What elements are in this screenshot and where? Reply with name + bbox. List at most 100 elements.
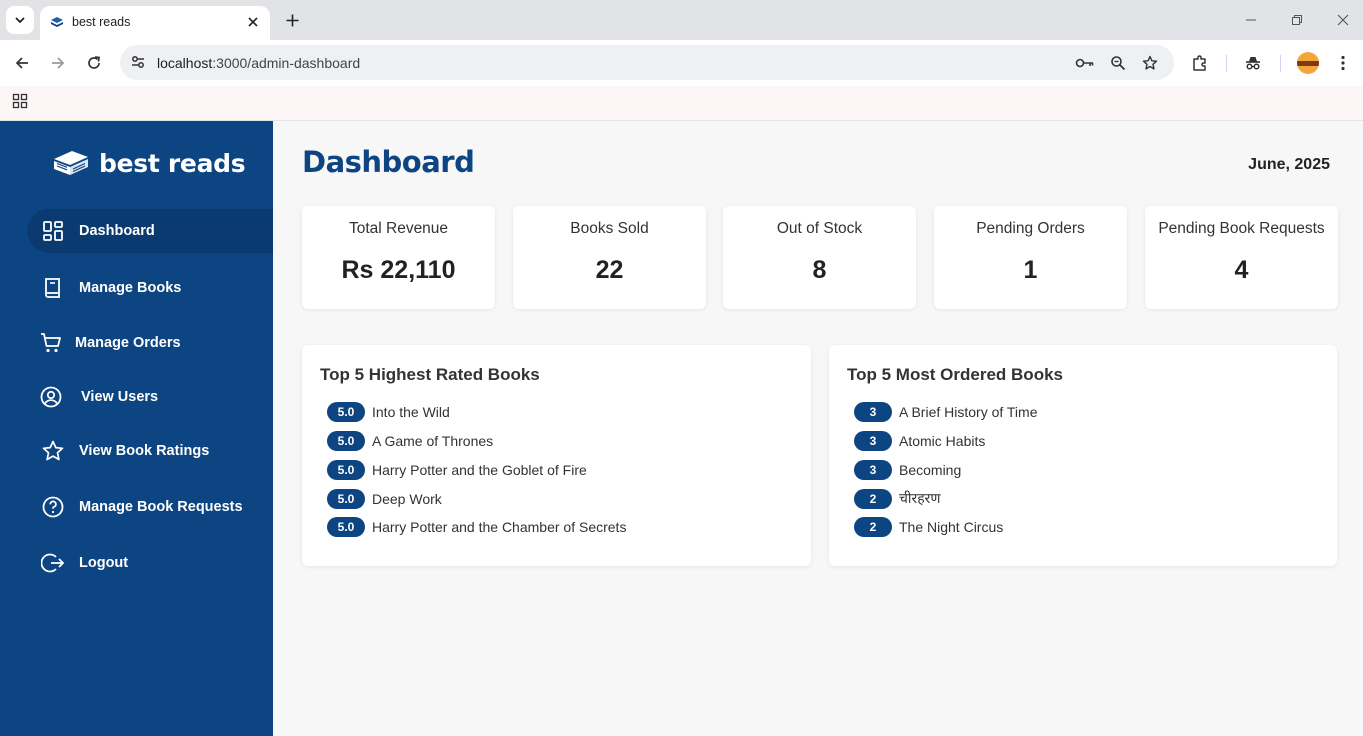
sidebar-item-dashboard[interactable]: Dashboard [27, 209, 273, 253]
book-favicon-icon [50, 15, 64, 34]
sidebar-item-manage-orders[interactable]: Manage Orders [27, 321, 273, 365]
list-item: 3 A Brief History of Time [854, 398, 1037, 427]
book-title: Harry Potter and the Goblet of Fire [372, 461, 587, 478]
stat-label: Pending Orders [976, 220, 1085, 237]
brand-logo[interactable]: best reads [52, 148, 246, 178]
password-key-icon[interactable] [1075, 53, 1095, 73]
extensions-icon[interactable] [1189, 52, 1211, 74]
rating-badge: 5.0 [327, 517, 365, 538]
stat-value: 1 [1023, 256, 1038, 284]
stat-card-books-sold: Books Sold 22 [513, 206, 706, 309]
toolbar-divider [1226, 55, 1227, 72]
tab-title: best reads [72, 15, 131, 29]
sidebar-item-view-book-ratings[interactable]: View Book Ratings [27, 429, 273, 473]
book-title: Harry Potter and the Chamber of Secrets [372, 519, 627, 536]
list-item: 5.0 A Game of Thrones [327, 427, 626, 456]
sidebar-item-label: View Book Ratings [79, 443, 210, 459]
sidebar-item-logout[interactable]: Logout [27, 541, 273, 585]
book-icon [45, 278, 60, 298]
chevron-down-icon [15, 17, 25, 24]
list-item: 5.0 Harry Potter and the Goblet of Fire [327, 456, 626, 485]
forward-button[interactable] [47, 52, 69, 74]
list-item: 5.0 Deep Work [327, 484, 626, 513]
current-date: June, 2025 [1248, 156, 1330, 173]
order-count-badge: 3 [854, 459, 892, 480]
rating-badge: 5.0 [327, 402, 365, 423]
book-title: A Game of Thrones [372, 433, 494, 450]
stat-card-out-of-stock: Out of Stock 8 [723, 206, 916, 309]
book-title: Atomic Habits [899, 433, 986, 450]
stat-value: 4 [1234, 256, 1249, 284]
stat-label: Total Revenue [348, 220, 449, 237]
back-button[interactable] [11, 52, 33, 74]
profile-avatar[interactable] [1297, 52, 1319, 74]
sidebar-item-label: Dashboard [79, 223, 155, 239]
close-icon [1337, 14, 1349, 26]
sidebar-item-manage-books[interactable]: Manage Books [27, 266, 273, 310]
arrow-left-icon [15, 57, 28, 69]
close-window-button[interactable] [1335, 12, 1351, 28]
new-tab-button[interactable] [281, 9, 303, 31]
user-circle-icon [40, 386, 62, 408]
toolbar-divider [1280, 55, 1281, 72]
book-title: Into the Wild [372, 404, 450, 421]
minimize-button[interactable] [1243, 12, 1259, 28]
sidebar-item-label: View Users [81, 389, 159, 405]
more-menu-icon[interactable] [1332, 52, 1354, 74]
page-title: Dashboard [302, 145, 475, 179]
main-content: Dashboard June, 2025 Total Revenue Rs 22… [273, 121, 1363, 736]
sidebar-item-view-users[interactable]: View Users [27, 375, 273, 419]
rating-badge: 5.0 [327, 431, 365, 452]
list-item: 2 The Night Circus [854, 513, 1037, 542]
stat-card-pending-orders: Pending Orders 1 [934, 206, 1127, 309]
tab-search-button[interactable] [6, 6, 34, 34]
order-count-badge: 2 [854, 517, 892, 538]
browser-tab[interactable]: best reads [40, 6, 270, 40]
address-bar[interactable]: localhost:3000/admin-dashboard [120, 45, 1174, 80]
top-rated-books-card: Top 5 Highest Rated Books 5.0 Into the Wi… [302, 345, 811, 566]
sidebar-item-label: Manage Books [79, 280, 182, 296]
reload-icon [88, 56, 100, 69]
plus-icon [286, 14, 298, 26]
cart-icon [41, 333, 61, 353]
stat-label: Out of Stock [776, 220, 863, 237]
sidebar-item-label: Manage Book Requests [79, 499, 243, 515]
brand-name: best reads [99, 148, 246, 178]
minimize-icon [1246, 19, 1256, 21]
bookmark-star-icon[interactable] [1140, 53, 1160, 73]
site-info-icon[interactable] [130, 54, 146, 75]
browser-toolbar: localhost:3000/admin-dashboard [0, 40, 1363, 86]
incognito-icon[interactable] [1242, 52, 1264, 74]
top-rated-list: 5.0 Into the Wild 5.0 A Game of Thrones 5.… [327, 398, 626, 542]
restore-button[interactable] [1289, 12, 1305, 28]
rating-badge: 5.0 [327, 488, 365, 509]
most-ordered-books-card: Top 5 Most Ordered Books 3 A Brief Histor… [829, 345, 1337, 566]
browser-tab-strip: best reads [0, 0, 1363, 40]
stat-value: 22 [595, 256, 624, 284]
stat-label: Books Sold [570, 220, 649, 237]
stat-value: 8 [812, 256, 827, 284]
dashboard-grid-icon [43, 221, 63, 241]
stat-value: Rs 22,110 [341, 256, 456, 284]
url-text: localhost:3000/admin-dashboard [157, 55, 361, 71]
order-count-badge: 3 [854, 402, 892, 423]
order-count-badge: 3 [854, 431, 892, 452]
tab-close-icon[interactable] [244, 13, 262, 31]
restore-icon [1292, 15, 1302, 25]
sidebar-item-label: Manage Orders [75, 335, 181, 351]
reload-button[interactable] [83, 52, 105, 74]
rating-badge: 5.0 [327, 459, 365, 480]
book-title: Deep Work [372, 490, 442, 507]
book-title: चीरहरण [899, 490, 941, 507]
stat-card-total-revenue: Total Revenue Rs 22,110 [302, 206, 495, 309]
sidebar: best reads Dashboard Manage Books Manage… [0, 121, 273, 736]
list-item: 5.0 Harry Potter and the Chamber of Secre… [327, 513, 626, 542]
apps-grid-icon[interactable] [12, 93, 28, 114]
arrow-right-icon [52, 57, 65, 69]
sidebar-item-label: Logout [79, 555, 129, 571]
sidebar-item-manage-book-requests[interactable]: Manage Book Requests [27, 485, 273, 529]
zoom-icon[interactable] [1108, 53, 1128, 73]
order-count-badge: 2 [854, 488, 892, 509]
logout-icon [41, 553, 65, 573]
stat-card-pending-book-requests: Pending Book Requests 4 [1145, 206, 1338, 309]
